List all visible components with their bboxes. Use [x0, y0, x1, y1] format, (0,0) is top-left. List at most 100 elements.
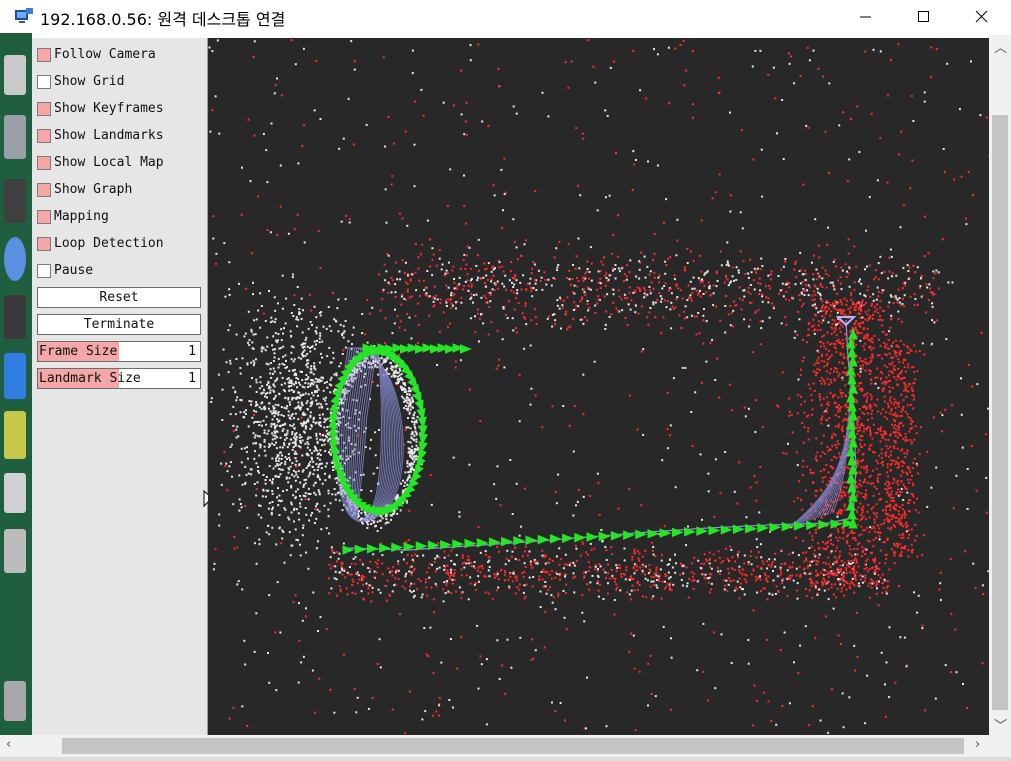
- local-map-point: [725, 276, 727, 279]
- local-map-point: [455, 590, 457, 593]
- local-map-point: [514, 274, 517, 276]
- local-map-point: [515, 579, 518, 582]
- local-map-point: [521, 312, 524, 315]
- desktop-app-icon[interactable]: [4, 529, 26, 573]
- checkbox-show-landmarks[interactable]: Show Landmarks: [37, 127, 164, 144]
- maximize-button[interactable]: [894, 0, 952, 33]
- landmark-point: [312, 418, 315, 421]
- local-map-point: [656, 579, 659, 581]
- local-map-point: [633, 552, 636, 555]
- local-map-point: [833, 455, 836, 458]
- landmark-point: [327, 489, 330, 492]
- landmark-point: [452, 706, 454, 709]
- landmark-point: [284, 396, 287, 399]
- desktop-app-icon[interactable]: [4, 55, 26, 95]
- landmark-point: [288, 369, 291, 372]
- landmark-point: [818, 256, 821, 259]
- terminate-button[interactable]: Terminate: [37, 314, 201, 335]
- checkbox-box[interactable]: [37, 155, 51, 170]
- landmark-point: [304, 422, 307, 425]
- checkbox-box[interactable]: [37, 263, 51, 278]
- landmark-point: [265, 476, 268, 478]
- landmark-point: [584, 316, 586, 319]
- desktop-app-icon[interactable]: [4, 179, 26, 223]
- download-icon[interactable]: [4, 411, 26, 459]
- landmark-point: [286, 446, 289, 449]
- checkbox-show-local-map[interactable]: Show Local Map: [37, 154, 164, 171]
- landmark-point: [830, 688, 833, 691]
- local-map-point: [655, 584, 658, 587]
- checkbox-box[interactable]: [37, 128, 51, 143]
- landmark-point: [274, 412, 277, 415]
- landmark-point: [278, 467, 281, 470]
- landmark-point: [281, 537, 284, 540]
- landmark-point: [322, 325, 325, 328]
- landmark-size-value: 1: [188, 371, 196, 386]
- landmark-point: [236, 396, 239, 399]
- desktop-app-icon[interactable]: [4, 473, 26, 513]
- local-map-point: [860, 578, 863, 581]
- landmark-point: [473, 561, 476, 563]
- landmark-point: [325, 436, 328, 439]
- landmark-point: [291, 369, 294, 372]
- local-map-point: [488, 575, 491, 578]
- local-map-point: [898, 301, 901, 304]
- local-map-point: [760, 556, 763, 559]
- local-map-point: [680, 327, 683, 329]
- checkbox-pause[interactable]: Pause: [37, 262, 93, 279]
- landmark-point: [632, 634, 635, 637]
- minimize-button[interactable]: [836, 0, 894, 33]
- local-map-point: [853, 323, 856, 326]
- settings-icon[interactable]: [4, 115, 26, 159]
- local-map-point: [821, 480, 824, 483]
- checkbox-show-grid[interactable]: Show Grid: [37, 73, 124, 90]
- local-map-point: [428, 295, 431, 298]
- local-map-point: [807, 284, 810, 287]
- checkbox-box[interactable]: [37, 47, 51, 62]
- local-map-point: [879, 345, 882, 347]
- local-map-point: [891, 272, 894, 275]
- local-map-point: [686, 248, 689, 250]
- browser-icon[interactable]: [4, 237, 26, 281]
- landmark-point: [293, 520, 295, 523]
- checkbox-follow-camera[interactable]: Follow Camera: [37, 46, 156, 63]
- checkbox-mapping[interactable]: Mapping: [37, 208, 109, 225]
- local-map-point: [555, 247, 558, 250]
- landmark-point: [939, 582, 942, 585]
- checkbox-show-keyframes[interactable]: Show Keyframes: [37, 100, 164, 117]
- local-map-point: [761, 320, 764, 323]
- frame-size-slider[interactable]: Frame Size 1: [37, 341, 201, 362]
- landmark-point: [279, 205, 282, 208]
- close-button[interactable]: [952, 0, 1010, 33]
- landmark-point: [301, 144, 304, 147]
- local-map-point: [700, 562, 703, 565]
- landmark-point: [511, 513, 514, 515]
- checkbox-box[interactable]: [37, 236, 51, 251]
- landmark-point: [864, 50, 867, 53]
- landmark-point: [853, 245, 856, 248]
- local-map-point: [445, 305, 448, 307]
- landmark-point: [656, 53, 659, 56]
- reset-button[interactable]: Reset: [37, 287, 201, 308]
- trash-icon[interactable]: [4, 681, 26, 721]
- local-map-point: [563, 573, 566, 576]
- terminal-icon[interactable]: [4, 295, 26, 339]
- checkbox-box[interactable]: [37, 209, 51, 224]
- document-icon[interactable]: [4, 353, 26, 399]
- local-map-point: [812, 254, 815, 257]
- landmark-point: [796, 597, 799, 600]
- landmark-size-slider[interactable]: Landmark Size 1: [37, 368, 201, 389]
- checkbox-box[interactable]: [37, 74, 51, 89]
- landmark-point: [253, 421, 255, 424]
- checkbox-show-graph[interactable]: Show Graph: [37, 181, 132, 198]
- checkbox-box[interactable]: [37, 182, 51, 197]
- local-map-point: [586, 553, 589, 556]
- local-map-point: [810, 503, 813, 506]
- map-viewport[interactable]: [208, 38, 989, 735]
- local-map-point: [767, 301, 770, 304]
- checkbox-loop-detection[interactable]: Loop Detection: [37, 235, 164, 252]
- landmark-point: [355, 711, 358, 714]
- local-map-point: [750, 550, 753, 553]
- landmark-point: [309, 371, 312, 374]
- checkbox-box[interactable]: [37, 101, 51, 116]
